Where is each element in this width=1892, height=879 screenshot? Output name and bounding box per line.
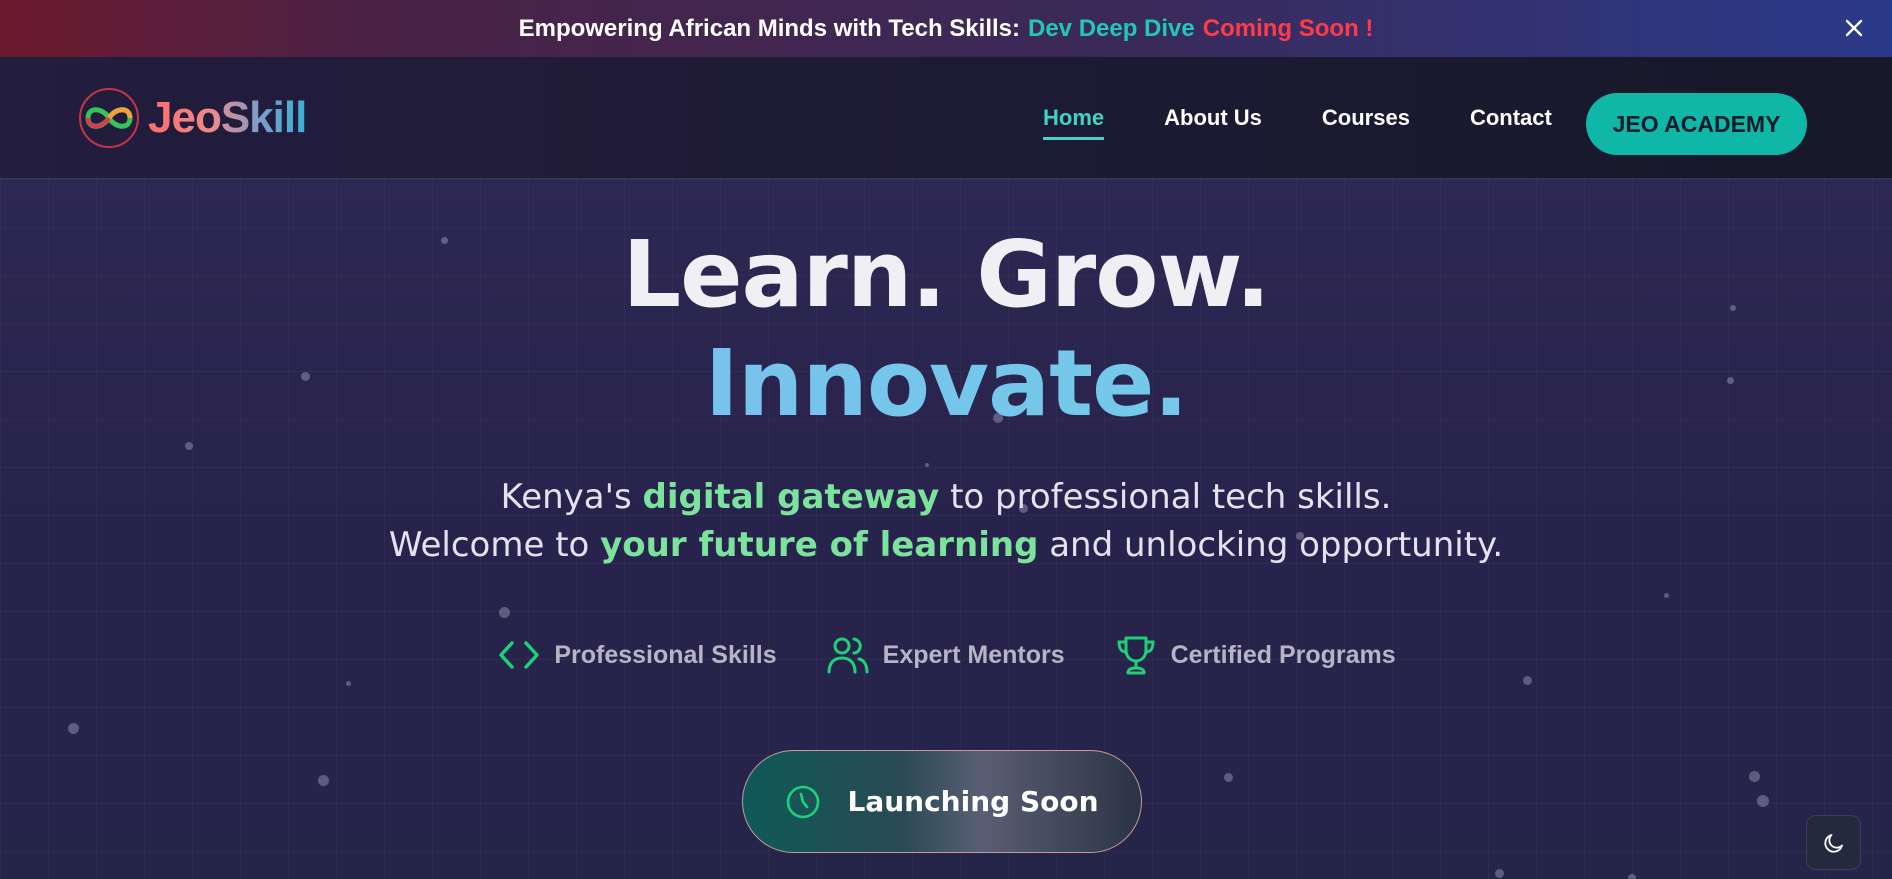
decorative-dot — [1628, 874, 1636, 879]
jeo-academy-button[interactable]: JEO ACADEMY — [1586, 93, 1807, 155]
decorative-dot — [1495, 869, 1504, 878]
announcement-bar: Empowering African Minds with Tech Skill… — [0, 0, 1892, 57]
subtitle-text: Kenya's — [500, 477, 632, 517]
subtitle-text: and unlocking opportunity. — [1049, 525, 1504, 565]
hero-subtitle-line1: Kenya's digital gateway to professional … — [0, 477, 1892, 517]
trophy-icon — [1117, 636, 1155, 675]
feature-label: Expert Mentors — [882, 640, 1065, 669]
feature-list: Professional Skills Expert Mentors Certi… — [0, 632, 1892, 678]
decorative-dot — [346, 681, 351, 686]
code-icon — [499, 641, 540, 669]
main-nav: Home About Us Courses Contact — [1043, 105, 1612, 140]
decorative-dot — [318, 775, 329, 786]
decorative-dot — [68, 723, 79, 734]
nav-home[interactable]: Home — [1043, 105, 1105, 140]
feature-certified-programs: Certified Programs — [1113, 632, 1396, 678]
decorative-dot — [1749, 771, 1760, 782]
subtitle-highlight: digital gateway — [642, 477, 940, 517]
subtitle-text: Welcome to — [388, 525, 590, 565]
subtitle-highlight: your future of learning — [600, 525, 1039, 565]
moon-icon — [1823, 833, 1843, 853]
hero-title-line1: Learn. Grow. — [622, 221, 1270, 328]
announcement-text: Empowering African Minds with Tech Skill… — [518, 14, 1020, 42]
launch-label: Launching Soon — [847, 785, 1099, 818]
site-header: JeoSkill Home About Us Courses Contact J… — [0, 57, 1892, 179]
theme-toggle-button[interactable] — [1806, 815, 1861, 870]
logo-text: JeoSkill — [148, 93, 307, 142]
close-icon[interactable] — [1840, 14, 1868, 42]
nav-contact[interactable]: Contact — [1470, 105, 1552, 140]
decorative-dot — [1224, 773, 1233, 782]
nav-courses[interactable]: Courses — [1322, 105, 1410, 140]
feature-label: Professional Skills — [554, 640, 777, 669]
hero-subtitle-line2: Welcome to your future of learning and u… — [0, 525, 1892, 565]
feature-expert-mentors: Expert Mentors — [825, 632, 1065, 678]
decorative-dot — [185, 442, 193, 450]
decorative-dot — [499, 607, 510, 618]
decorative-dot — [925, 463, 929, 467]
announcement-suffix: Coming Soon ! — [1202, 14, 1374, 42]
launching-soon-button[interactable]: Launching Soon — [742, 750, 1142, 853]
feature-professional-skills: Professional Skills — [496, 632, 777, 678]
feature-label: Certified Programs — [1170, 640, 1396, 669]
decorative-dot — [1757, 795, 1769, 807]
clock-icon — [787, 785, 820, 818]
announcement-highlight: Dev Deep Dive — [1028, 14, 1195, 42]
users-icon — [827, 637, 869, 674]
decorative-dot — [1664, 593, 1669, 598]
nav-about-us[interactable]: About Us — [1164, 105, 1262, 140]
subtitle-text: to professional tech skills. — [950, 477, 1392, 517]
logo[interactable]: JeoSkill — [78, 87, 307, 149]
hero-title-line2: Innovate. — [0, 330, 1892, 437]
infinity-logo-icon — [79, 88, 139, 148]
